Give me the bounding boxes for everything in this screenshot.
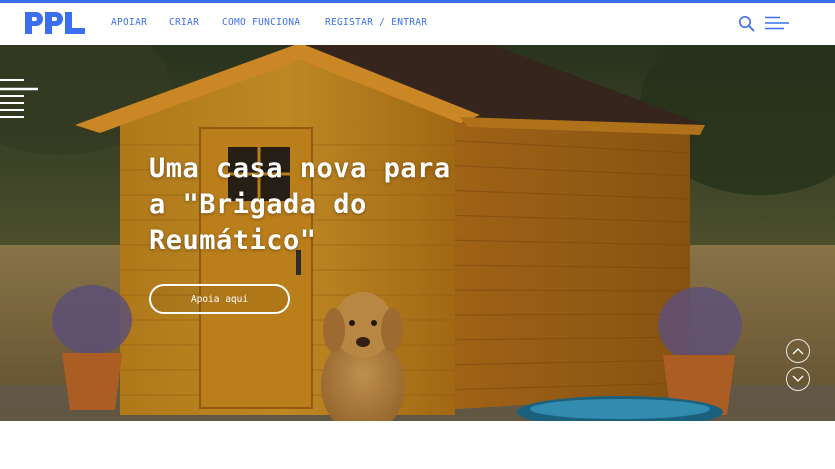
chevron-down-icon — [792, 375, 804, 382]
content-area — [0, 421, 835, 469]
site-header: APOIAR CRIAR COMO FUNCIONA REGISTAR / EN… — [0, 3, 835, 45]
hero-banner: Uma casa nova para a "Brigada do Reumáti… — [0, 45, 835, 421]
scroll-up-button[interactable] — [786, 339, 810, 363]
ppl-logo[interactable] — [25, 12, 87, 34]
apoia-aqui-button[interactable]: Apoia aqui — [149, 284, 290, 314]
nav-apoiar[interactable]: APOIAR — [111, 17, 147, 28]
side-menu-icon[interactable] — [0, 78, 38, 122]
hero-title: Uma casa nova para a "Brigada do Reumáti… — [149, 153, 451, 256]
chevron-up-icon — [792, 348, 804, 355]
search-icon[interactable] — [738, 15, 755, 32]
nav-criar[interactable]: CRIAR — [169, 17, 199, 28]
nav-como-funciona[interactable]: COMO FUNCIONA — [222, 17, 300, 28]
scroll-down-button[interactable] — [786, 367, 810, 391]
menu-icon[interactable] — [764, 16, 790, 30]
nav-registar-entrar[interactable]: REGISTAR / ENTRAR — [325, 17, 427, 28]
